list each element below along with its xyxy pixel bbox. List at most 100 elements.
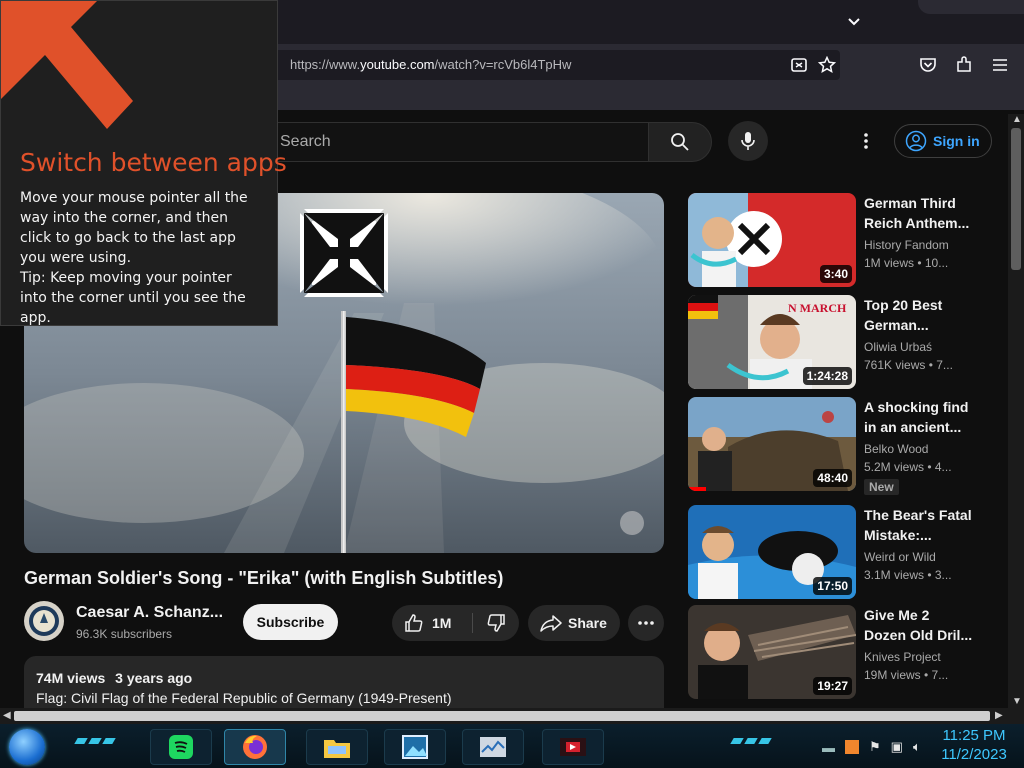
iron-cross-emblem — [300, 209, 388, 297]
pocket-icon[interactable] — [917, 54, 939, 76]
microphone-icon — [741, 132, 755, 150]
arrow-up-left-icon — [1, 1, 133, 129]
recommended-video[interactable]: 19:27 Give Me 2 Dozen Old Dril... Knives … — [688, 605, 988, 699]
tab-list-icon[interactable] — [844, 12, 864, 32]
like-count: 1M — [432, 615, 452, 631]
dislike-button[interactable] — [473, 605, 519, 641]
like-button[interactable]: 1M — [392, 605, 472, 641]
description-text: Flag: Civil Flag of the Federal Republic… — [36, 690, 452, 706]
upload-age: 3 years ago — [115, 670, 193, 686]
thumbs-down-icon — [487, 614, 505, 632]
tip-body: Move your mouse pointer all the way into… — [20, 190, 248, 326]
voice-search-button[interactable] — [728, 121, 768, 161]
recommended-meta: 19M views • 7... — [864, 668, 949, 682]
taskbar-app-photo-viewer[interactable] — [384, 729, 446, 765]
recommended-meta: 3.1M views • 3... — [864, 568, 952, 582]
scroll-down-arrow-icon[interactable]: ▼ — [1012, 696, 1022, 707]
window-controls[interactable] — [918, 0, 1024, 14]
file-explorer-icon — [324, 740, 350, 758]
vertical-dots-icon — [864, 133, 868, 149]
like-dislike-group: 1M — [392, 605, 519, 641]
share-label: Share — [568, 615, 607, 631]
system-tray: ▬ ⚑ ▣ 🔈︎ — [822, 736, 921, 758]
recommended-meta: 761K views • 7... — [864, 358, 953, 372]
scrollbar-corner — [1008, 708, 1024, 724]
spotify-icon — [169, 735, 193, 759]
task-manager-icon — [480, 737, 506, 757]
video-thumbnail[interactable]: N MARCH 1:24:28 — [688, 295, 856, 389]
hamburger-menu-icon[interactable] — [989, 54, 1011, 76]
horizontal-scrollbar-thumb[interactable] — [14, 711, 990, 721]
search-input[interactable] — [278, 131, 642, 153]
media-app-icon — [560, 738, 586, 756]
bookmark-star-icon[interactable] — [816, 54, 838, 76]
channel-name[interactable]: Caesar A. Schanz... — [76, 604, 223, 622]
taskbar-app-task-manager[interactable] — [462, 729, 524, 765]
recommended-video[interactable]: 3:40 German Third Reich Anthem... History… — [688, 193, 988, 287]
scroll-right-arrow-icon[interactable]: ▶ — [995, 710, 1003, 721]
video-thumbnail[interactable]: 17:50 — [688, 505, 856, 599]
video-thumbnail[interactable]: 48:40 — [688, 397, 856, 491]
video-thumbnail[interactable]: 3:40 — [688, 193, 856, 287]
scroll-left-arrow-icon[interactable]: ◀ — [3, 710, 11, 721]
volume-icon[interactable]: 🔈︎ — [913, 739, 921, 755]
taskbar-app-spotify[interactable] — [150, 729, 212, 765]
sign-in-button[interactable]: Sign in — [894, 124, 992, 158]
horizontal-dots-icon — [638, 621, 654, 625]
new-badge: New — [864, 479, 899, 495]
video-duration: 1:24:28 — [802, 367, 852, 385]
video-title: German Soldier's Song - "Erika" (with En… — [24, 568, 504, 588]
recommended-video[interactable]: N MARCH 1:24:28 Top 20 Best German... Oli… — [688, 295, 988, 389]
taskbar-app-firefox[interactable] — [224, 729, 286, 765]
recommended-video-title[interactable]: Top 20 Best German... — [864, 295, 974, 335]
taskbar-app-media[interactable] — [542, 729, 604, 765]
recommended-meta: 5.2M views • 4... — [864, 460, 952, 474]
channel-avatar[interactable] — [24, 601, 64, 641]
view-stats: 74M views 3 years ago — [36, 670, 198, 686]
recommended-channel[interactable]: Weird or Wild — [864, 550, 936, 564]
view-count: 74M views — [36, 670, 106, 686]
video-thumbnail[interactable]: 19:27 — [688, 605, 856, 699]
account-icon — [905, 130, 927, 152]
screenshot-icon[interactable] — [788, 54, 810, 76]
video-duration: 17:50 — [813, 577, 852, 595]
recommended-video-title[interactable]: Give Me 2 Dozen Old Dril... — [864, 605, 974, 645]
tray-app-icon[interactable] — [845, 740, 859, 754]
recommended-video-title[interactable]: German Third Reich Anthem... — [864, 193, 974, 233]
vertical-scrollbar-thumb[interactable] — [1011, 128, 1021, 270]
search-button[interactable] — [648, 122, 712, 162]
thumbs-up-icon — [405, 614, 423, 632]
channel-watermark — [620, 511, 644, 535]
taskbar-decoration — [74, 738, 116, 748]
network-icon[interactable]: ▣ — [891, 739, 903, 755]
sign-in-label: Sign in — [933, 133, 980, 149]
recommended-video-title[interactable]: The Bear's Fatal Mistake:... — [864, 505, 974, 545]
clock-date[interactable]: 11/2/2023 — [936, 746, 1012, 763]
share-icon — [540, 615, 562, 632]
taskbar-app-file-explorer[interactable] — [306, 729, 368, 765]
recommended-video-title[interactable]: A shocking find in an ancient... — [864, 397, 974, 437]
video-duration: 19:27 — [813, 677, 852, 695]
settings-more-button[interactable] — [856, 131, 876, 151]
subscribe-button[interactable]: Subscribe — [243, 604, 338, 640]
recommended-video[interactable]: 17:50 The Bear's Fatal Mistake:... Weird … — [688, 505, 988, 599]
firefox-icon — [243, 735, 267, 759]
photo-viewer-icon — [402, 735, 428, 759]
extensions-icon[interactable] — [953, 54, 975, 76]
recommended-channel[interactable]: Belko Wood — [864, 442, 928, 456]
recommended-channel[interactable]: Knives Project — [864, 650, 941, 664]
recommended-channel[interactable]: Oliwia Urbaś — [864, 340, 932, 354]
tray-expand-icon[interactable]: ▬ — [822, 740, 835, 755]
subscriber-count: 96.3K subscribers — [76, 627, 173, 641]
thumbnail-text: N MARCH — [788, 301, 847, 315]
action-center-flag-icon[interactable]: ⚑ — [869, 739, 881, 755]
address-bar-url[interactable]: https://www.youtube.com/watch?v=rcVb6l4T… — [290, 57, 571, 72]
recommended-channel[interactable]: History Fandom — [864, 238, 949, 252]
share-button[interactable]: Share — [528, 605, 620, 641]
recommended-meta: 1M views • 10... — [864, 256, 949, 270]
more-actions-button[interactable] — [628, 605, 664, 641]
clock-time[interactable]: 11:25 PM — [936, 727, 1012, 744]
recommended-video[interactable]: 48:40 A shocking find in an ancient... Be… — [688, 397, 988, 495]
scroll-up-arrow-icon[interactable]: ▲ — [1012, 114, 1022, 125]
start-button[interactable] — [9, 729, 45, 765]
